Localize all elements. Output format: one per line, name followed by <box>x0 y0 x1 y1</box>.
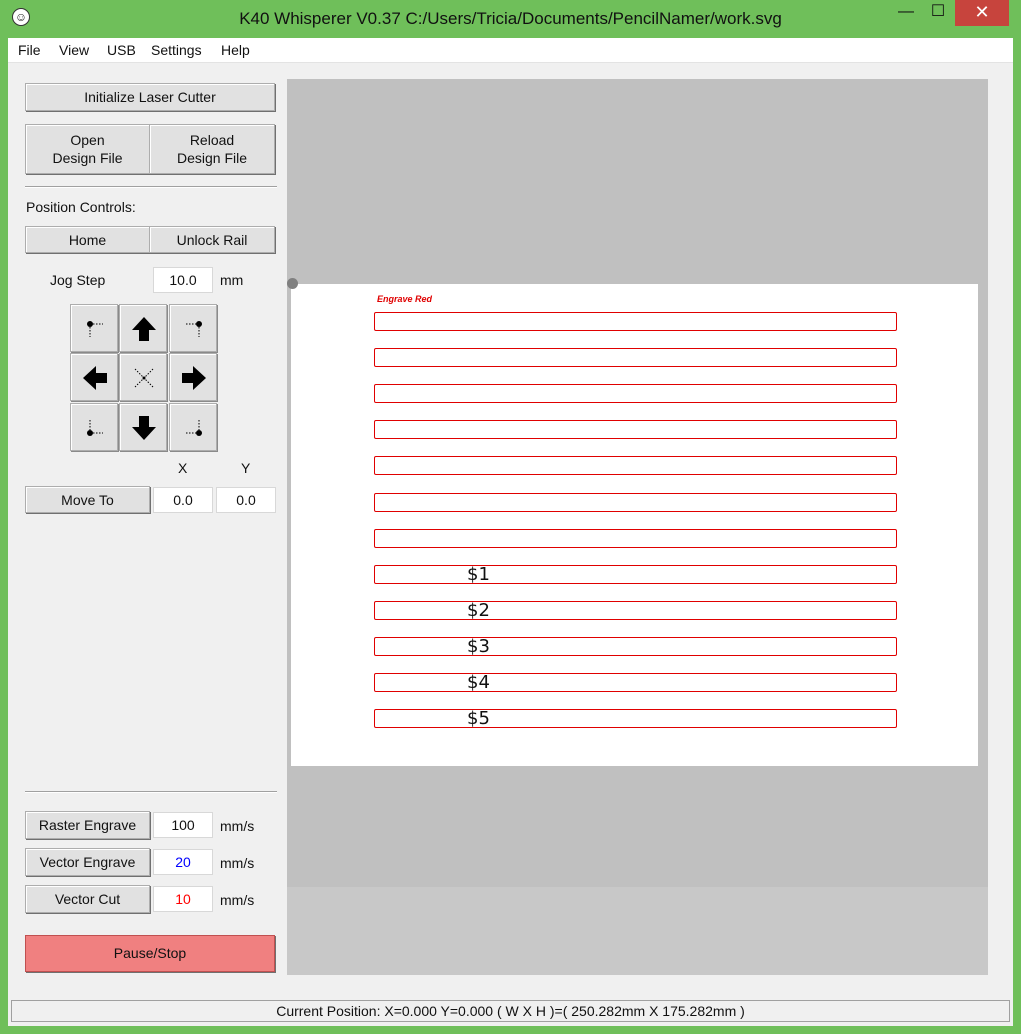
jog-step-unit: mm <box>220 272 244 288</box>
design-row-text: $5 <box>467 708 490 730</box>
separator <box>25 186 277 188</box>
separator <box>25 791 277 793</box>
jog-up-button[interactable] <box>119 304 167 352</box>
pause-stop-button[interactable]: Pause/Stop <box>25 935 275 972</box>
corner-top-left-icon <box>87 321 103 337</box>
unlock-rail-button[interactable]: Unlock Rail <box>149 226 275 253</box>
home-button[interactable]: Home <box>25 226 150 253</box>
app-window: ☺ K40 Whisperer V0.37 C:/Users/Tricia/Do… <box>0 0 1021 1034</box>
design-row <box>374 420 897 440</box>
design-canvas[interactable]: Engrave Red $1 $2 $3 $4 $5 <box>287 79 988 975</box>
move-to-x-input[interactable]: 0.0 <box>153 487 213 513</box>
arrow-down-icon <box>132 416 156 440</box>
canvas-caption: Engrave Red <box>377 294 433 304</box>
vector-cut-button[interactable]: Vector Cut <box>25 885 150 913</box>
status-text: Current Position: X=0.000 Y=0.000 ( W X … <box>276 1003 745 1019</box>
jog-down-right-button[interactable] <box>169 403 217 451</box>
corner-bottom-right-icon <box>186 420 202 436</box>
design-row-text: $2 <box>467 599 490 621</box>
jog-down-left-button[interactable] <box>70 403 118 451</box>
status-bar: Current Position: X=0.000 Y=0.000 ( W X … <box>11 1000 1010 1022</box>
client-area: File View USB Settings Help Initialize L… <box>8 38 1013 1026</box>
move-to-y-input[interactable]: 0.0 <box>216 487 276 513</box>
menu-bar: File View USB Settings Help <box>8 38 1013 63</box>
design-row: $5 <box>374 708 897 730</box>
design-row-text: $4 <box>467 672 490 693</box>
raster-speed-unit: mm/s <box>220 818 255 834</box>
jog-step-input[interactable]: 10.0 <box>153 267 213 293</box>
corner-top-right-icon <box>186 321 202 337</box>
design-row: $3 <box>374 635 897 657</box>
design-row <box>374 384 897 404</box>
move-to-button[interactable]: Move To <box>25 486 150 513</box>
reload-design-file-button[interactable]: Reload Design File <box>149 124 275 174</box>
arrow-right-icon <box>182 366 206 390</box>
design-row-text: $3 <box>467 635 490 657</box>
jog-right-button[interactable] <box>169 353 217 401</box>
menu-view[interactable]: View <box>59 42 89 58</box>
canvas-bottom-area <box>287 887 988 975</box>
design-row-text: $1 <box>467 563 490 585</box>
open-design-file-button[interactable]: Open Design File <box>25 124 150 174</box>
jog-center-button[interactable] <box>119 353 167 401</box>
position-controls-label: Position Controls: <box>26 199 136 215</box>
vector-engrave-button[interactable]: Vector Engrave <box>25 848 150 876</box>
jog-down-button[interactable] <box>119 403 167 451</box>
corner-bottom-left-icon <box>87 420 103 436</box>
vector-cut-speed-input[interactable]: 10 <box>153 886 213 912</box>
window-title: K40 Whisperer V0.37 C:/Users/Tricia/Docu… <box>239 9 782 28</box>
arrow-up-icon <box>132 317 156 341</box>
work-area: Engrave Red $1 $2 $3 $4 $5 <box>291 284 978 766</box>
design-row: $4 <box>374 672 897 693</box>
design-row <box>374 492 897 512</box>
menu-usb[interactable]: USB <box>107 42 136 58</box>
design-row: $1 <box>374 563 897 585</box>
vector-cut-speed-unit: mm/s <box>220 892 255 908</box>
x-column-label: X <box>178 460 188 476</box>
menu-settings[interactable]: Settings <box>151 42 202 58</box>
raster-speed-input[interactable]: 100 <box>153 812 213 838</box>
y-column-label: Y <box>241 460 251 476</box>
menu-file[interactable]: File <box>18 42 41 58</box>
jog-step-label: Jog Step <box>50 272 106 288</box>
design-row <box>374 348 897 368</box>
jog-left-button[interactable] <box>70 353 118 401</box>
close-button[interactable]: ✕ <box>955 0 1009 26</box>
initialize-laser-button[interactable]: Initialize Laser Cutter <box>25 83 275 111</box>
origin-marker <box>287 278 298 289</box>
design-row <box>374 528 897 548</box>
jog-up-right-button[interactable] <box>169 304 217 352</box>
maximize-button[interactable]: ☐ <box>917 0 959 26</box>
crosshair-icon <box>134 368 154 388</box>
design-row: $2 <box>374 599 897 621</box>
jog-up-left-button[interactable] <box>70 304 118 352</box>
design-row <box>374 312 897 331</box>
menu-help[interactable]: Help <box>221 42 250 58</box>
arrow-left-icon <box>83 366 107 390</box>
vector-engrave-speed-input[interactable]: 20 <box>153 849 213 875</box>
design-row <box>374 456 897 476</box>
vector-engrave-speed-unit: mm/s <box>220 855 255 871</box>
raster-engrave-button[interactable]: Raster Engrave <box>25 811 150 839</box>
title-bar[interactable]: ☺ K40 Whisperer V0.37 C:/Users/Tricia/Do… <box>0 0 1021 38</box>
